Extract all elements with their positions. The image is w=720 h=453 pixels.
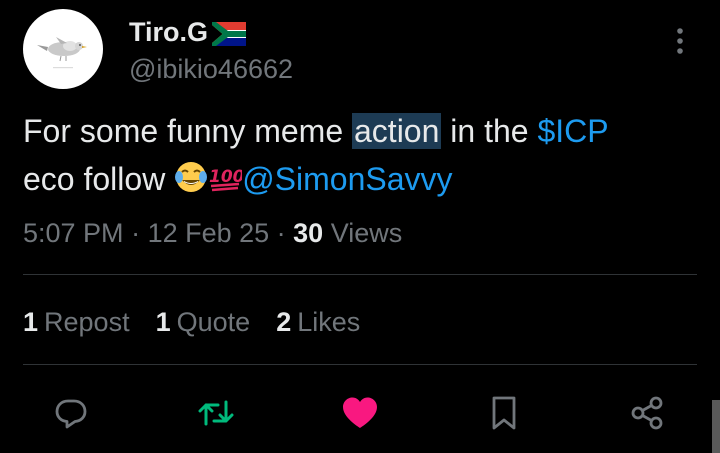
scrollbar[interactable] bbox=[712, 400, 720, 453]
south-africa-flag-icon bbox=[212, 20, 247, 46]
repost-icon bbox=[198, 400, 234, 426]
tweet-meta: 5:07 PM · 12 Feb 25 · 30 Views bbox=[23, 215, 402, 251]
likes-stat[interactable]: 2 Likes bbox=[276, 304, 360, 340]
reply-button[interactable] bbox=[51, 393, 91, 433]
reposts-label: Repost bbox=[44, 307, 130, 337]
views-label: Views bbox=[330, 218, 403, 248]
avatar[interactable] bbox=[23, 9, 103, 89]
share-icon bbox=[631, 396, 663, 430]
tweet-date[interactable]: 12 Feb 25 bbox=[148, 218, 270, 248]
bird-avatar-icon bbox=[37, 37, 87, 69]
author-display-name[interactable]: Tiro.G bbox=[129, 15, 247, 49]
meta-separator: · bbox=[269, 218, 294, 248]
engagement-stats: 1 Repost 1 Quote 2 Likes bbox=[23, 304, 360, 340]
mention-link[interactable]: @SimonSavvy bbox=[242, 161, 452, 197]
views-count: 30 bbox=[293, 218, 324, 248]
repost-button[interactable] bbox=[196, 393, 236, 433]
quotes-stat[interactable]: 1 Quote bbox=[156, 304, 251, 340]
heart-icon bbox=[343, 397, 377, 428]
quotes-count: 1 bbox=[155, 307, 171, 337]
tweet-text-part: in the bbox=[441, 113, 538, 149]
likes-count: 2 bbox=[276, 307, 292, 337]
share-button[interactable] bbox=[627, 393, 667, 433]
hundred-points-emoji-icon: 100 bbox=[208, 159, 245, 193]
cashtag-link[interactable]: $ICP bbox=[537, 113, 608, 149]
author-name-text: Tiro.G bbox=[129, 17, 209, 47]
tweet-time[interactable]: 5:07 PM bbox=[23, 218, 124, 248]
selected-text: action bbox=[352, 113, 442, 149]
like-button[interactable] bbox=[340, 393, 380, 433]
reposts-stat[interactable]: 1 Repost bbox=[23, 304, 130, 340]
tweet-text: For some funny meme action in the $ICP e… bbox=[23, 107, 703, 203]
author-handle[interactable]: @ibikio46662 bbox=[129, 52, 293, 86]
joy-emoji-icon bbox=[174, 159, 208, 193]
meta-separator: · bbox=[123, 218, 148, 248]
more-options-icon[interactable] bbox=[672, 26, 688, 58]
reply-icon bbox=[55, 399, 87, 429]
quotes-label: Quote bbox=[176, 307, 251, 337]
divider bbox=[23, 274, 697, 275]
bookmark-icon bbox=[492, 396, 516, 430]
tweet-text-part: eco follow bbox=[23, 161, 175, 197]
likes-label: Likes bbox=[297, 307, 361, 337]
divider bbox=[23, 364, 697, 365]
reposts-count: 1 bbox=[23, 307, 39, 337]
tweet-text-part: For some funny meme bbox=[23, 113, 352, 149]
bookmark-button[interactable] bbox=[484, 393, 524, 433]
